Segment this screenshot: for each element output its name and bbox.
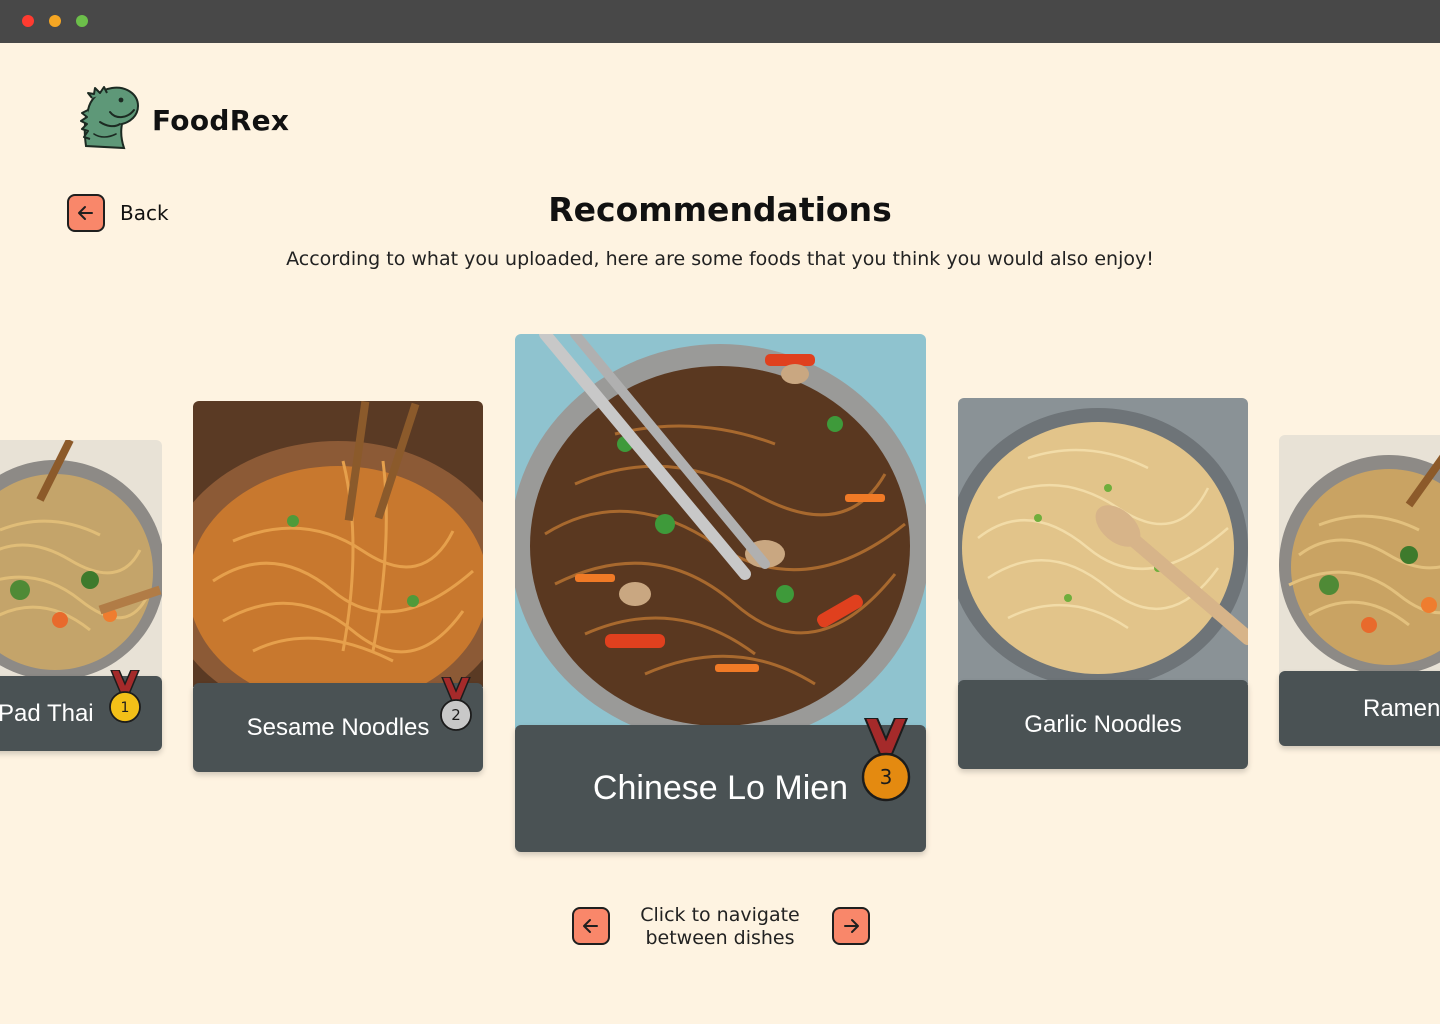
page-title: Recommendations bbox=[548, 190, 892, 229]
dish-photo bbox=[193, 401, 483, 687]
silver-medal-icon: 2 bbox=[440, 677, 472, 731]
next-dish-button[interactable] bbox=[832, 907, 870, 945]
dish-card-ramen[interactable]: Ramen bbox=[1279, 435, 1440, 747]
medal-rank: 2 bbox=[451, 706, 461, 724]
dish-photo bbox=[1279, 435, 1440, 675]
dish-card-sesame-noodles[interactable]: Sesame Noodles 2 bbox=[193, 401, 483, 773]
dish-photo bbox=[515, 334, 926, 729]
window-titlebar bbox=[0, 0, 1440, 43]
arrow-left-icon bbox=[583, 919, 598, 933]
window-minimize-button[interactable] bbox=[49, 15, 61, 27]
dish-card-pad-thai[interactable]: Pad Thai 1 bbox=[0, 440, 162, 752]
navigation-hint: Click to navigate between dishes bbox=[620, 904, 820, 950]
previous-dish-button[interactable] bbox=[572, 907, 610, 945]
brand-name: FoodRex bbox=[152, 104, 290, 137]
medal-rank: 1 bbox=[121, 700, 130, 716]
dinosaur-logo-icon bbox=[80, 86, 140, 150]
dish-name: Ramen bbox=[1279, 671, 1440, 746]
navigation-hint-line2: between dishes bbox=[645, 927, 795, 949]
window-close-button[interactable] bbox=[22, 15, 34, 27]
dish-card-garlic-noodles[interactable]: Garlic Noodles bbox=[958, 398, 1248, 770]
navigation-hint-line1: Click to navigate bbox=[640, 904, 800, 926]
arrow-right-icon bbox=[844, 919, 859, 933]
dish-card-chinese-lo-mien[interactable]: Chinese Lo Mien 3 bbox=[515, 334, 926, 852]
dish-photo bbox=[0, 440, 162, 680]
dish-photo bbox=[958, 398, 1248, 684]
window-maximize-button[interactable] bbox=[76, 15, 88, 27]
page-subtitle: According to what you uploaded, here are… bbox=[286, 248, 1154, 270]
bronze-medal-icon: 3 bbox=[861, 718, 911, 802]
medal-rank: 3 bbox=[880, 765, 893, 789]
dish-name: Garlic Noodles bbox=[958, 680, 1248, 769]
gold-medal-icon: 1 bbox=[109, 670, 141, 723]
